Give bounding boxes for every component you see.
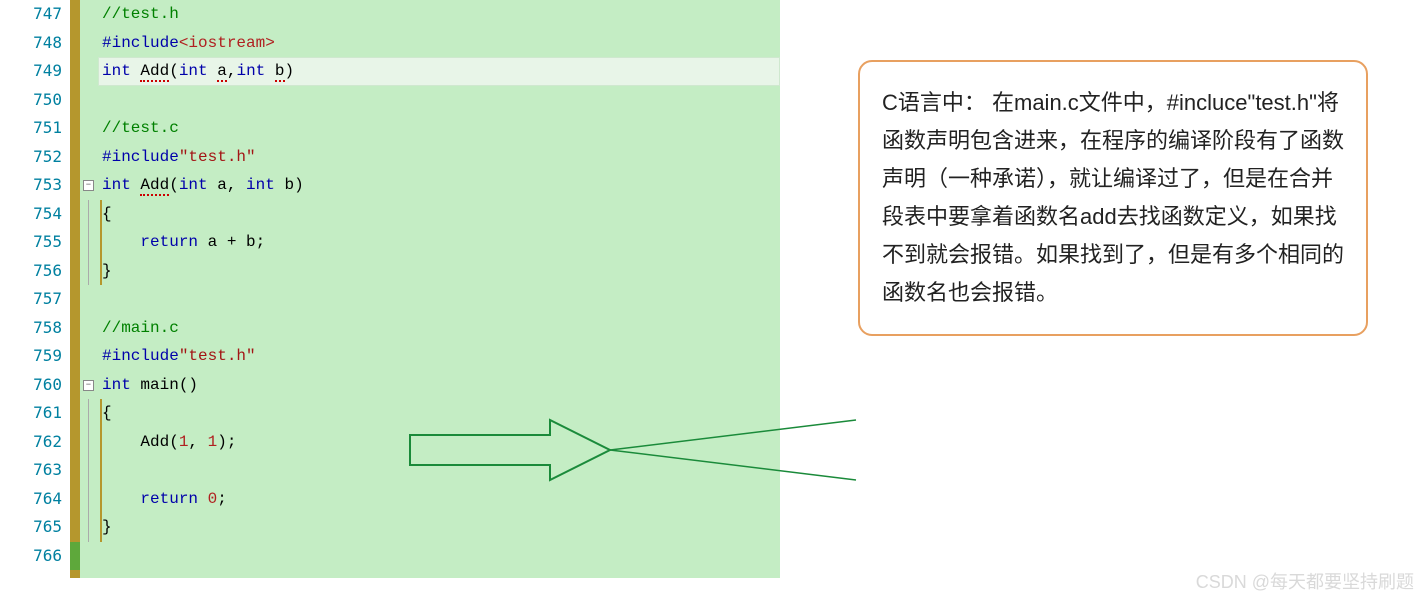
line-number: 752 — [0, 143, 70, 172]
code-line[interactable]: #include<iostream> — [98, 29, 780, 58]
code-line[interactable] — [98, 542, 780, 571]
line-number: 748 — [0, 29, 70, 58]
code-line[interactable]: //main.c — [98, 314, 780, 343]
code-line[interactable]: return 0; — [98, 485, 780, 514]
code-line[interactable]: int Add(int a, int b) — [98, 171, 780, 200]
bookmark-strip — [70, 0, 80, 578]
fold-margin: −− — [80, 0, 98, 578]
line-number: 760 — [0, 371, 70, 400]
code-line[interactable]: } — [98, 513, 780, 542]
code-line[interactable]: { — [98, 200, 780, 229]
block-guide — [100, 399, 102, 542]
block-guide — [100, 200, 102, 286]
code-line[interactable]: int Add(int a,int b) — [98, 57, 780, 86]
code-line[interactable]: return a + b; — [98, 228, 780, 257]
current-line-marker — [70, 542, 80, 571]
line-number: 753 — [0, 171, 70, 200]
code-line[interactable]: int main() — [98, 371, 780, 400]
code-line[interactable] — [98, 86, 780, 115]
line-number-gutter: 7477487497507517527537547557567577587597… — [0, 0, 70, 578]
line-number: 751 — [0, 114, 70, 143]
line-number: 764 — [0, 485, 70, 514]
code-area[interactable]: //test.h#include<iostream>int Add(int a,… — [98, 0, 780, 578]
fold-toggle-icon[interactable]: − — [83, 180, 94, 191]
code-line[interactable] — [98, 456, 780, 485]
line-number: 750 — [0, 86, 70, 115]
code-line[interactable]: //test.c — [98, 114, 780, 143]
line-number: 761 — [0, 399, 70, 428]
fold-toggle-icon[interactable]: − — [83, 380, 94, 391]
callout-text: C语言中： 在main.c文件中，#incluce"test.h"将函数声明包含… — [882, 90, 1344, 305]
line-number: 755 — [0, 228, 70, 257]
line-number: 758 — [0, 314, 70, 343]
code-line[interactable]: Add(1, 1); — [98, 428, 780, 457]
code-line[interactable]: //test.h — [98, 0, 780, 29]
line-number: 759 — [0, 342, 70, 371]
line-number: 765 — [0, 513, 70, 542]
line-number: 766 — [0, 542, 70, 571]
explanation-callout: C语言中： 在main.c文件中，#incluce"test.h"将函数声明包含… — [858, 60, 1368, 336]
line-number: 757 — [0, 285, 70, 314]
line-number: 756 — [0, 257, 70, 286]
line-number: 749 — [0, 57, 70, 86]
line-number: 754 — [0, 200, 70, 229]
code-line[interactable]: } — [98, 257, 780, 286]
code-line[interactable]: #include"test.h" — [98, 143, 780, 172]
code-line[interactable]: #include"test.h" — [98, 342, 780, 371]
code-line[interactable] — [98, 285, 780, 314]
line-number: 747 — [0, 0, 70, 29]
code-editor[interactable]: 7477487497507517527537547557567577587597… — [0, 0, 780, 578]
watermark: CSDN @每天都要坚持刷题 — [1196, 568, 1414, 594]
code-line[interactable]: { — [98, 399, 780, 428]
line-number: 762 — [0, 428, 70, 457]
line-number: 763 — [0, 456, 70, 485]
